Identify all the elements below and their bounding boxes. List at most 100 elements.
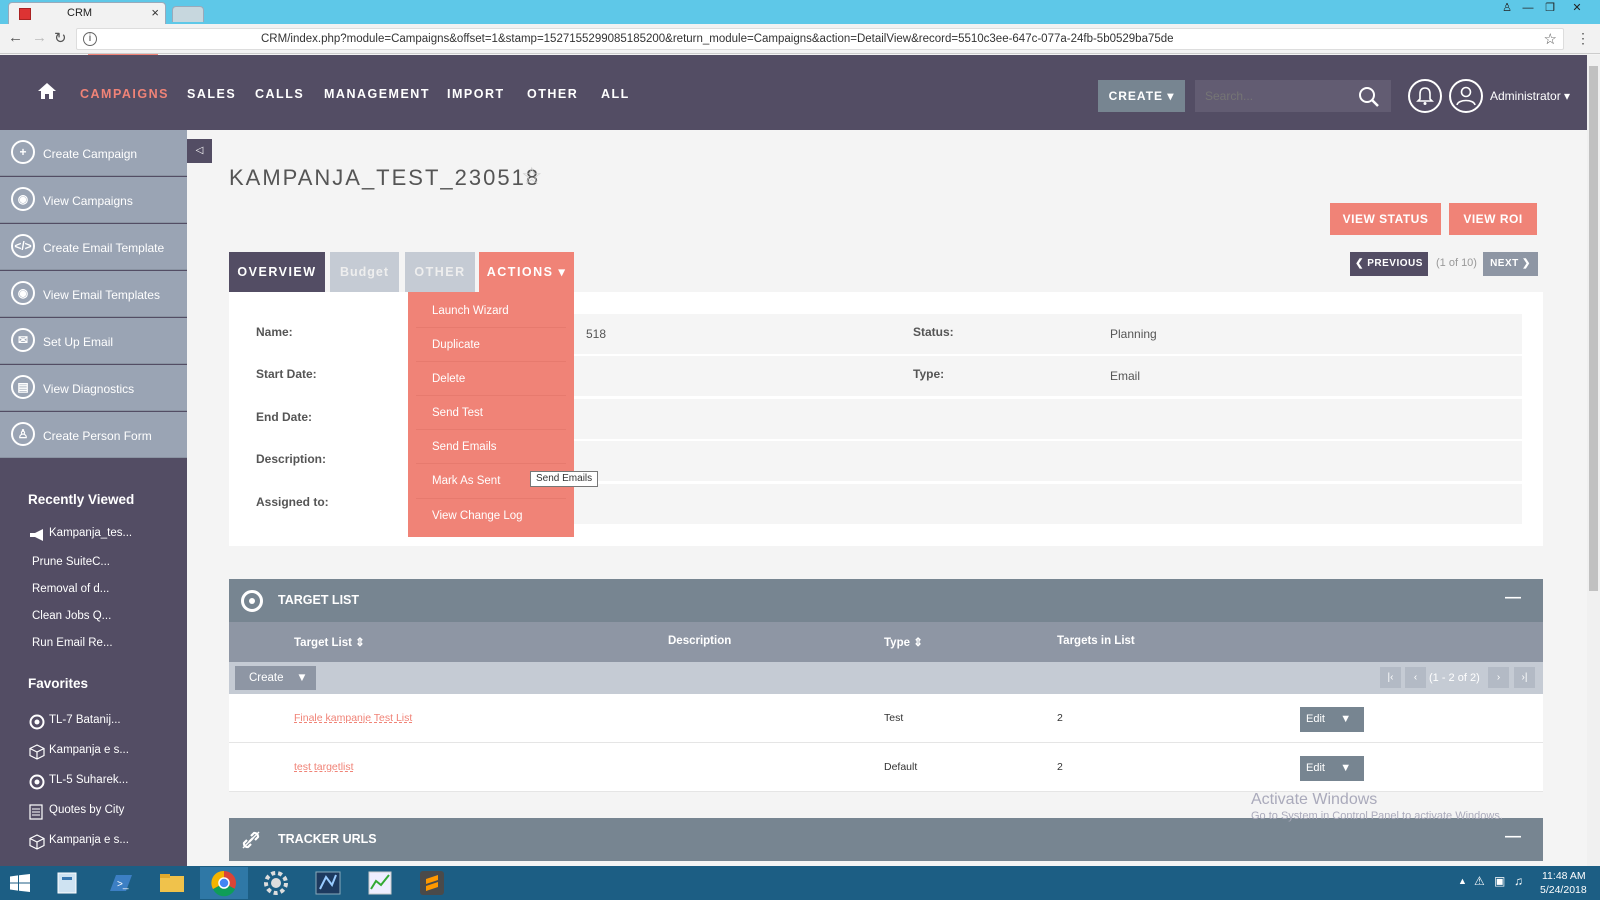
tray-security-icon[interactable]: ⚠: [1474, 874, 1485, 888]
windows-start-icon[interactable]: [10, 874, 30, 892]
nav-campaigns[interactable]: CAMPAIGNS: [80, 87, 169, 101]
nav-other[interactable]: OTHER: [527, 87, 578, 101]
sidebar-set-up-email[interactable]: ✉ Set Up Email: [0, 318, 187, 364]
url-field[interactable]: i CRM/index.php?module=Campaigns&offset=…: [76, 28, 1564, 50]
back-icon[interactable]: ←: [8, 29, 23, 46]
tab-other[interactable]: OTHER: [405, 252, 475, 292]
collapse-minus-icon[interactable]: —: [1505, 589, 1521, 607]
prev-page-icon[interactable]: ‹: [1405, 667, 1426, 688]
edit-button[interactable]: Edit ▼: [1300, 756, 1364, 781]
monitor-chart-icon[interactable]: [356, 867, 404, 899]
recent-item[interactable]: Kampanja_tes...: [49, 527, 132, 539]
recent-item[interactable]: Clean Jobs Q...: [32, 610, 111, 622]
nav-all[interactable]: ALL: [601, 87, 630, 101]
next-page-icon[interactable]: ›: [1488, 667, 1509, 688]
user-icon[interactable]: ♙: [1497, 0, 1517, 16]
menu-view-change-log[interactable]: View Change Log: [432, 510, 523, 522]
target-list-toolbar: Create ▼ |‹ ‹ (1 - 2 of 2) › ›|: [229, 662, 1543, 694]
menu-mark-as-sent[interactable]: Mark As Sent: [432, 475, 500, 487]
collapse-minus-icon[interactable]: —: [1505, 828, 1521, 846]
nav-management[interactable]: MANAGEMENT: [324, 87, 430, 101]
favorite-item[interactable]: TL-7 Batanij...: [49, 714, 121, 726]
close-tab-icon[interactable]: ×: [151, 5, 159, 20]
nav-sales[interactable]: SALES: [187, 87, 236, 101]
favorites-heading: Favorites: [28, 676, 89, 691]
server-manager-icon[interactable]: [44, 867, 92, 899]
bookmark-star-icon[interactable]: ☆: [1544, 30, 1557, 48]
home-icon[interactable]: [38, 83, 56, 99]
recent-item[interactable]: Prune SuiteC...: [32, 556, 110, 568]
menu-send-emails[interactable]: Send Emails: [432, 441, 497, 453]
first-page-icon[interactable]: |‹: [1380, 667, 1401, 688]
chrome-icon[interactable]: [200, 867, 248, 899]
new-tab-button[interactable]: [172, 6, 204, 22]
browser-tab-bar: CRM × ♙ — ❐ ✕: [0, 0, 1600, 24]
tab-overview[interactable]: OVERVIEW: [229, 252, 325, 292]
minimize-icon[interactable]: —: [1518, 0, 1538, 16]
tray-up-arrow-icon[interactable]: ▲: [1458, 876, 1467, 886]
reload-icon[interactable]: ↻: [54, 29, 67, 47]
favorite-item[interactable]: Kampanja e s...: [49, 834, 129, 846]
user-avatar-icon[interactable]: [1449, 79, 1483, 113]
view-roi-button[interactable]: VIEW ROI: [1449, 203, 1537, 235]
settings-gear-icon[interactable]: [252, 867, 300, 899]
sidebar-create-email-template[interactable]: </> Create Email Template: [0, 224, 187, 270]
sidebar-view-diagnostics[interactable]: ▤ View Diagnostics: [0, 365, 187, 411]
scrollbar-thumb[interactable]: [1589, 66, 1598, 591]
tray-volume-icon[interactable]: ♫: [1514, 874, 1523, 888]
nav-import[interactable]: IMPORT: [447, 87, 505, 101]
notifications-bell-icon[interactable]: [1408, 79, 1442, 113]
col-type[interactable]: Type ⇕: [884, 635, 923, 649]
browser-tab[interactable]: CRM ×: [8, 2, 166, 24]
next-button[interactable]: NEXT ❯: [1483, 252, 1538, 276]
create-button[interactable]: CREATE ▾: [1098, 80, 1185, 112]
target-list-link[interactable]: test targetlist: [294, 761, 354, 773]
edit-button[interactable]: Edit ▼: [1300, 707, 1364, 732]
col-target-list[interactable]: Target List ⇕: [294, 635, 365, 649]
clock-time[interactable]: 11:48 AM: [1542, 870, 1586, 882]
sidebar-collapse-icon[interactable]: ◁: [187, 139, 212, 163]
person-icon: ♙: [11, 422, 35, 446]
forward-icon[interactable]: →: [32, 29, 47, 46]
favorite-item[interactable]: Quotes by City: [49, 804, 124, 816]
sidebar-create-campaign[interactable]: + Create Campaign: [0, 130, 187, 176]
col-description: Description: [668, 635, 732, 647]
browser-menu-icon[interactable]: ⋮: [1576, 30, 1590, 47]
create-subpanel-button[interactable]: Create ▼: [235, 666, 316, 690]
favorite-star-icon[interactable]: ☆: [521, 162, 543, 191]
sublime-text-icon[interactable]: [408, 867, 456, 899]
clipboard-icon: ▤: [11, 375, 35, 399]
target-icon: [29, 714, 45, 730]
search-icon[interactable]: [1358, 86, 1380, 108]
user-menu[interactable]: Administrator ▾: [1490, 89, 1570, 103]
clock-date[interactable]: 5/24/2018: [1540, 884, 1587, 896]
tab-budget[interactable]: Budget: [330, 252, 399, 292]
favorite-item[interactable]: TL-5 Suharek...: [49, 774, 128, 786]
target-list-link[interactable]: Finale kampanje Test List: [294, 712, 412, 724]
restore-icon[interactable]: ❐: [1540, 0, 1560, 16]
menu-duplicate[interactable]: Duplicate: [432, 339, 480, 351]
recent-item[interactable]: Run Email Re...: [32, 637, 113, 649]
sql-studio-icon[interactable]: [304, 867, 352, 899]
last-page-icon[interactable]: ›|: [1514, 667, 1535, 688]
tracker-urls-header[interactable]: TRACKER URLS —: [229, 818, 1543, 861]
tab-actions[interactable]: ACTIONS ▾: [479, 252, 574, 292]
view-status-button[interactable]: VIEW STATUS: [1330, 203, 1441, 235]
sidebar-view-campaigns[interactable]: ◉ View Campaigns: [0, 177, 187, 223]
tray-network-icon[interactable]: ▣: [1494, 874, 1505, 888]
sidebar-create-person-form[interactable]: ♙ Create Person Form: [0, 412, 187, 458]
recent-item[interactable]: Removal of d...: [32, 583, 109, 595]
favorite-item[interactable]: Kampanja e s...: [49, 744, 129, 756]
menu-launch-wizard[interactable]: Launch Wizard: [432, 305, 509, 317]
info-icon[interactable]: i: [83, 32, 97, 46]
menu-delete[interactable]: Delete: [432, 373, 465, 385]
description-value: [574, 441, 1522, 481]
nav-calls[interactable]: CALLS: [255, 87, 304, 101]
powershell-icon[interactable]: >_: [96, 867, 144, 899]
previous-button[interactable]: ❮ PREVIOUS: [1350, 252, 1428, 276]
close-window-icon[interactable]: ✕: [1562, 0, 1592, 16]
target-list-header[interactable]: TARGET LIST —: [229, 579, 1543, 622]
sidebar-view-email-templates[interactable]: ◉ View Email Templates: [0, 271, 187, 317]
file-explorer-icon[interactable]: [148, 867, 196, 899]
menu-send-test[interactable]: Send Test: [432, 407, 483, 419]
